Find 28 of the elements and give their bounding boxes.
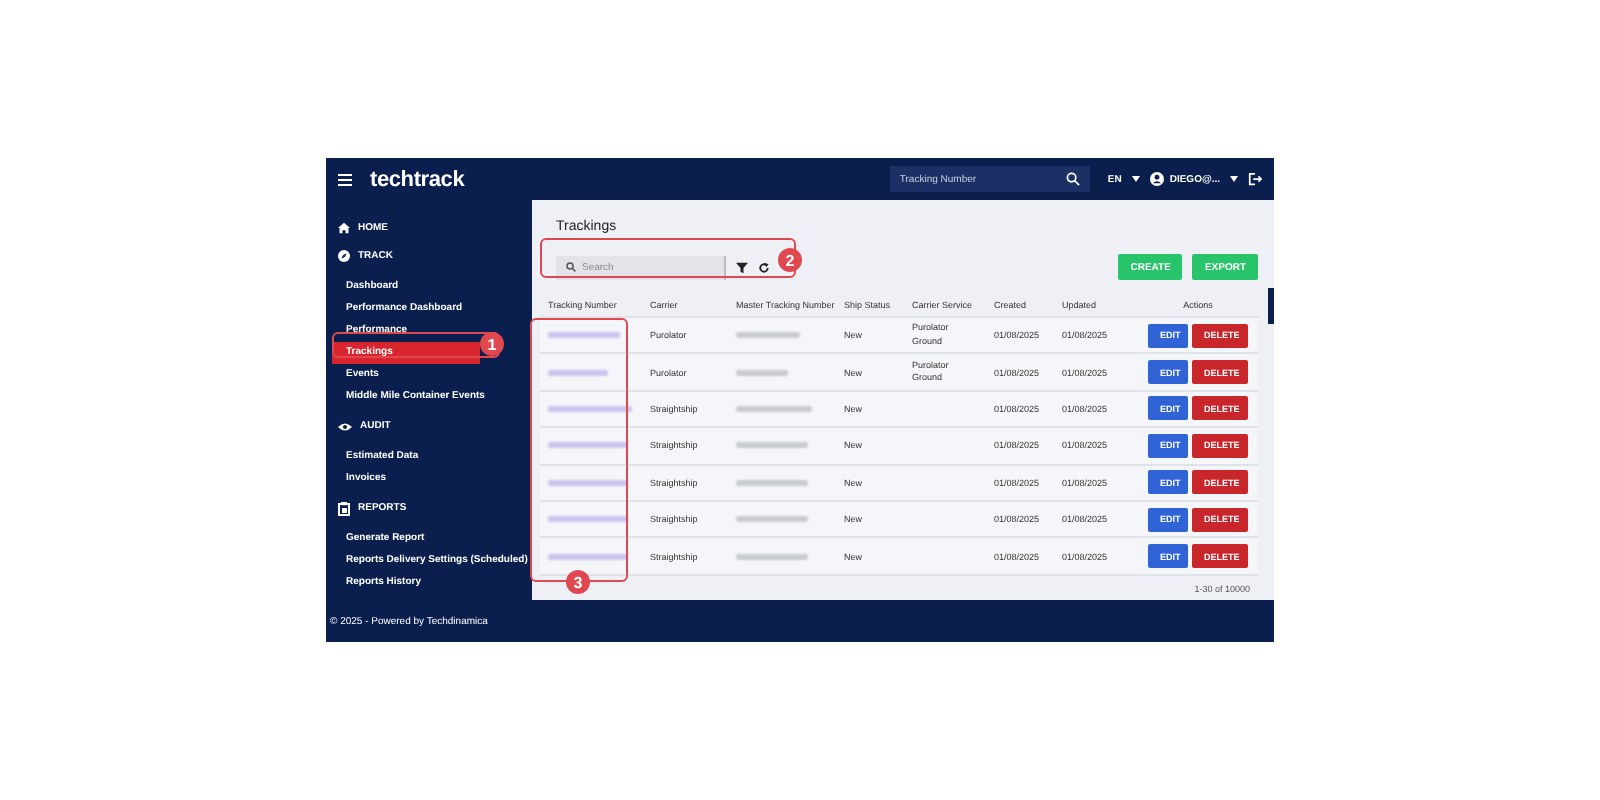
- redacted-text: [736, 553, 808, 560]
- eye-icon: [338, 421, 352, 431]
- redacted-text: [736, 405, 812, 412]
- redacted-text: [736, 369, 788, 376]
- compass-icon: [338, 250, 350, 262]
- redacted-text: [736, 442, 808, 449]
- redacted-text: [736, 479, 808, 486]
- step-marker: 1: [480, 332, 504, 356]
- redacted-link[interactable]: [548, 553, 628, 560]
- search-icon: [566, 262, 576, 272]
- caret-icon[interactable]: [1230, 176, 1238, 182]
- user-icon: [1149, 172, 1164, 186]
- redacted-text: [736, 516, 808, 523]
- menu-icon[interactable]: [338, 173, 352, 185]
- redacted-link[interactable]: [548, 405, 632, 412]
- redacted-link[interactable]: [548, 442, 628, 449]
- refresh-icon[interactable]: [758, 261, 770, 273]
- redacted-text: [736, 332, 800, 339]
- logout-icon[interactable]: [1248, 172, 1262, 186]
- logo: techtrack: [370, 167, 465, 191]
- search-icon[interactable]: [1065, 172, 1080, 186]
- clipboard-icon: [338, 501, 350, 515]
- redacted-link[interactable]: [548, 516, 628, 523]
- filter-icon[interactable]: [736, 261, 748, 273]
- caret-icon[interactable]: [1131, 176, 1140, 182]
- redacted-link[interactable]: [548, 479, 628, 486]
- home-icon: [338, 222, 350, 234]
- scrollbar[interactable]: [1268, 288, 1274, 324]
